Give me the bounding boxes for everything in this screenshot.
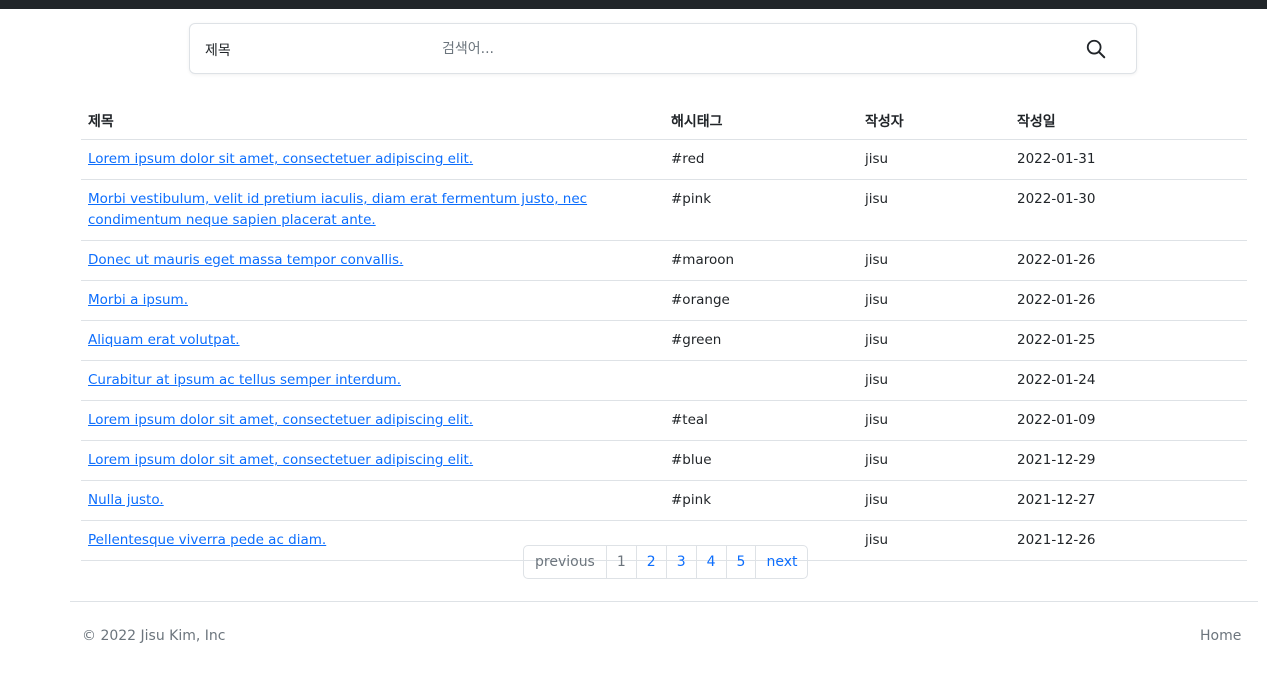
article-author: jisu [858,280,1010,321]
article-hashtag: #red [664,139,858,180]
footer-copyright: © 2022 Jisu Kim, Inc [82,628,226,644]
article-table: 제목 해시태그 작성자 작성일 Lorem ipsum dolor sit am… [81,103,1247,561]
article-hashtag: #green [664,320,858,361]
article-author: jisu [858,360,1010,401]
article-title-link[interactable]: Morbi vestibulum, velit id pretium iacul… [88,191,587,228]
article-author: jisu [858,179,1010,241]
page-link-5[interactable]: 5 [725,546,756,578]
page-link-4[interactable]: 4 [695,546,726,578]
table-row: Morbi vestibulum, velit id pretium iacul… [81,179,1247,241]
table-row: Aliquam erat volutpat. #green jisu 2022-… [81,320,1247,361]
article-title-link[interactable]: Donec ut mauris eget massa tempor conval… [88,252,403,268]
article-hashtag: #maroon [664,240,858,281]
article-date: 2021-12-26 [1010,520,1247,561]
article-hashtag: #blue [664,440,858,481]
article-date: 2022-01-30 [1010,179,1247,241]
column-header-title[interactable]: 제목 [81,103,664,140]
article-author: jisu [858,240,1010,281]
article-date: 2021-12-27 [1010,480,1247,521]
article-date: 2021-12-29 [1010,440,1247,481]
table-row: Lorem ipsum dolor sit amet, consectetuer… [81,139,1247,180]
article-title-link[interactable]: Lorem ipsum dolor sit amet, consectetuer… [88,412,473,428]
article-author: jisu [858,139,1010,180]
column-header-author[interactable]: 작성자 [858,103,1010,140]
article-hashtag [664,360,858,401]
table-row: Donec ut mauris eget massa tempor conval… [81,240,1247,281]
article-author: jisu [858,440,1010,481]
page-link-1[interactable]: 1 [605,546,636,578]
top-navbar [0,0,1267,9]
footer-divider [70,601,1258,602]
article-date: 2022-01-09 [1010,400,1247,441]
article-author: jisu [858,400,1010,441]
page-next-button[interactable]: next [755,546,807,578]
search-type-select[interactable]: 제목 [205,40,231,60]
article-author: jisu [858,480,1010,521]
article-title-link[interactable]: Pellentesque viverra pede ac diam. [88,532,326,548]
article-title-link[interactable]: Curabitur at ipsum ac tellus semper inte… [88,372,401,388]
footer-home-link[interactable]: Home [1200,628,1241,644]
search-input[interactable] [436,34,1036,64]
page-previous-button[interactable]: previous [524,546,606,578]
column-header-hashtag[interactable]: 해시태그 [664,103,858,140]
table-header-row: 제목 해시태그 작성자 작성일 [81,103,1247,140]
article-hashtag: #teal [664,400,858,441]
article-date: 2022-01-31 [1010,139,1247,180]
table-row: Lorem ipsum dolor sit amet, consectetuer… [81,400,1247,441]
article-hashtag: #pink [664,179,858,241]
table-row: Nulla justo. #pink jisu 2021-12-27 [81,480,1247,521]
article-date: 2022-01-26 [1010,240,1247,281]
article-date: 2022-01-26 [1010,280,1247,321]
column-header-date[interactable]: 작성일 [1010,103,1247,140]
article-date: 2022-01-25 [1010,320,1247,361]
article-hashtag: #pink [664,480,858,521]
table-row: Curabitur at ipsum ac tellus semper inte… [81,360,1247,401]
article-title-link[interactable]: Lorem ipsum dolor sit amet, consectetuer… [88,452,473,468]
article-title-link[interactable]: Morbi a ipsum. [88,292,188,308]
pagination: previous 1 2 3 4 5 next [523,545,809,579]
article-title-link[interactable]: Lorem ipsum dolor sit amet, consectetuer… [88,151,473,167]
page-link-3[interactable]: 3 [665,546,696,578]
article-hashtag: #orange [664,280,858,321]
table-row: Morbi a ipsum. #orange jisu 2022-01-26 [81,280,1247,321]
article-table-container: 제목 해시태그 작성자 작성일 Lorem ipsum dolor sit am… [81,103,1247,561]
page-link-2[interactable]: 2 [635,546,666,578]
search-icon [1086,39,1106,58]
article-author: jisu [858,520,1010,561]
search-button[interactable] [1083,37,1109,63]
search-form: 제목 [189,23,1137,74]
article-title-link[interactable]: Nulla justo. [88,492,164,508]
article-date: 2022-01-24 [1010,360,1247,401]
table-row: Lorem ipsum dolor sit amet, consectetuer… [81,440,1247,481]
article-title-link[interactable]: Aliquam erat volutpat. [88,332,240,348]
article-author: jisu [858,320,1010,361]
